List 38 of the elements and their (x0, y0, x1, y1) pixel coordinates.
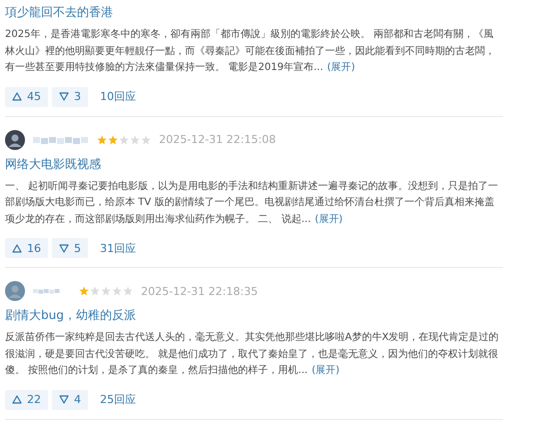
thumb-up-icon (12, 244, 22, 252)
star-icon (79, 286, 89, 296)
avatar-icon[interactable] (5, 130, 25, 150)
star-icon (130, 134, 140, 144)
blurred-username-drawing (33, 134, 89, 144)
useless-button[interactable]: 3 (52, 86, 88, 106)
star-icon (108, 134, 118, 144)
review-title[interactable]: 网络大电影既视感 (5, 156, 503, 172)
review-text: 反派苗侨伟一家纯粹是回去古代送人头的，毫无意义。其实凭他那些堪比哆啦A梦的牛X发明，在现代肯定是过的很滋润，硬是要回古代没苦硬吃。 就是他们成功了，取代了秦始皇了，也是毫无意义，因为他们的夺权计划就很傻。 按照他们的计划，是杀了真的秦皇，然后扫描他的样子，用机... (展开) (5, 330, 500, 378)
star-icon (90, 286, 100, 296)
review-date: 2025-12-31 22:18:35 (141, 284, 258, 298)
replies-link[interactable]: 10回应 (100, 89, 136, 104)
thumb-down-icon (59, 92, 69, 101)
thumb-up-icon (12, 395, 22, 404)
useful-button[interactable]: 16 (5, 238, 48, 258)
star-icon (141, 134, 151, 144)
expand-link[interactable]: (展开) (312, 365, 340, 376)
expand-link[interactable]: (展开) (327, 62, 355, 73)
replies-link[interactable]: 25回应 (100, 392, 136, 407)
useless-button[interactable]: 5 (52, 238, 88, 258)
useful-button[interactable]: 45 (5, 86, 48, 106)
review-text: 2025年，是香港電影寒冬中的寒冬，卻有兩部「都市傳說」級別的電影終於公映。 兩部都和古老闆有關，《風林火山》裡的他明顯要更年輕靚仔一點，而《尋秦記》可能在後面補拍了一些，因此能看到不同時期的古老闆，有一些甚至要用特技修臉的方法來儘量保持一致。 電影是2019年宣布... (展开) (5, 28, 496, 75)
replies-link[interactable]: 31回应 (100, 240, 136, 256)
star-icon (119, 134, 129, 144)
star-icon (112, 286, 122, 296)
review-text: 一、 起初听闻寻秦记要拍电影版，以为是用电影的手法和结构重新讲述一遍寻秦记的故事。没想到，只是拍了一部剧场版大电影而已，给原本 TV 版的剧情续了一个尾巴。电视剧结尾通过给怀清台杜撰了一个背后真相来掩盖项少龙的存在，而这部剧场版则用出海求仙药作为幌子。 二、 说起... (展开) (5, 180, 500, 226)
thumb-down-icon (59, 244, 69, 252)
thumb-down-icon (59, 395, 69, 404)
useful-button[interactable]: 22 (5, 390, 48, 410)
review-date: 2025-12-31 22:15:08 (159, 133, 276, 146)
expand-link[interactable]: (展开) (314, 214, 343, 224)
star-icon (97, 134, 107, 144)
star-icon (123, 286, 133, 296)
star-icon (101, 286, 111, 296)
thumb-up-icon (12, 92, 22, 101)
review-title[interactable]: 項少龍回不去的香港 (5, 4, 503, 21)
review-title[interactable]: 剧情大bug，幼稚的反派 (5, 307, 503, 324)
useless-button[interactable]: 4 (52, 390, 88, 410)
